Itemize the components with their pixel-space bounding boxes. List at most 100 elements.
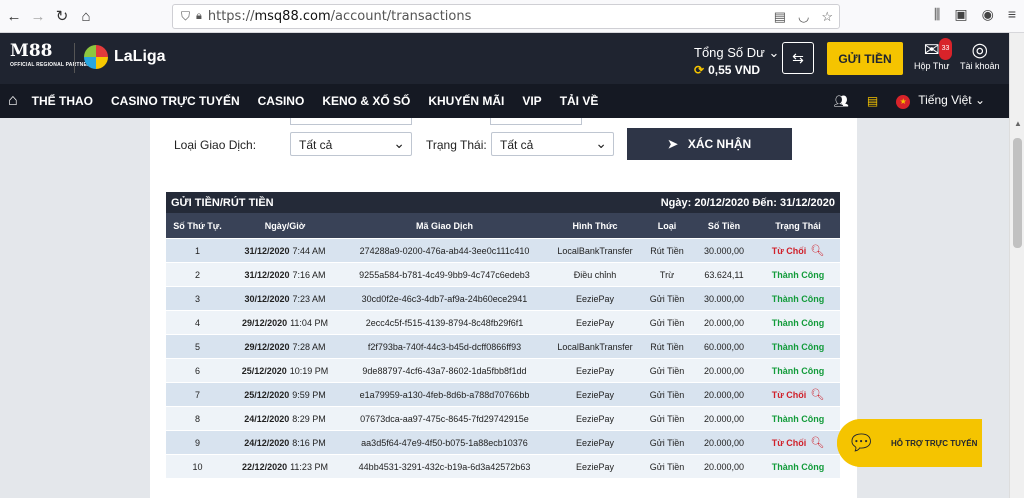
mailbox-button[interactable]: ✉ 33 Hộp Thư (914, 38, 953, 71)
lock-icon[interactable]: 🔒︎ (196, 10, 202, 23)
mail-badge: 33 (938, 38, 953, 60)
search-icon[interactable]: 🔍︎ (810, 388, 824, 401)
transaction-type-select[interactable]: Tất cả ⌄ (290, 132, 412, 156)
cell-method: LocalBankTransfer (557, 245, 633, 256)
nav-item-download[interactable]: TẢI VỀ (560, 94, 599, 108)
shield-icon[interactable]: ⛉ (181, 9, 190, 24)
nav-item-keno-lottery[interactable]: KENO & XỔ SỐ (322, 94, 410, 108)
table-row: 2 31/12/2020 7:16 AM 9255a584-b781-4c49-9bb… (166, 263, 840, 287)
cell-method: EeziePay (575, 317, 615, 328)
status-text: Thành Công (771, 341, 825, 352)
chat-nav-icon[interactable]: ▤ (867, 94, 878, 108)
nav-item-sports[interactable]: THỂ THAO (32, 94, 93, 108)
date-range: Ngày: 20/12/2020 Đến: 31/12/2020 (660, 196, 835, 209)
nav-item-casino[interactable]: CASINO (258, 94, 305, 108)
cell-status[interactable]: Từ Chối 🔍︎ (756, 239, 840, 262)
col-header-no: Số Thứ Tự. (173, 220, 222, 231)
users-icon[interactable]: 👥︎ (834, 94, 849, 108)
cell-amount: 20.000,00 (703, 437, 745, 448)
m88-logo[interactable]: M88 OFFICIAL REGIONAL PARTNER (10, 41, 91, 68)
cell-amount: 30.000,00 (703, 245, 745, 256)
cell-type: Gửi Tiền (649, 437, 685, 448)
laliga-logo[interactable]: LaLiga (84, 45, 166, 69)
scroll-up-icon[interactable]: ▲ (1014, 119, 1022, 128)
status-text: Thành Công (771, 461, 825, 472)
balance-widget[interactable]: Tổng Số Dư ⌄ ⟳ 0,55 VND (694, 45, 779, 77)
cell-type: Gửi Tiền (649, 389, 685, 400)
url-text[interactable]: https://msq88.com/account/transactions (208, 9, 472, 24)
cell-date: 25/12/2020 (241, 365, 287, 376)
cell-time: 7:23 AM (292, 293, 326, 304)
cell-status: Thành Công (756, 287, 840, 310)
reload-icon[interactable]: ↻ (52, 6, 72, 26)
library-icon[interactable]: ⫼ (934, 6, 940, 23)
mail-label: Hộp Thư (914, 61, 950, 71)
transaction-type-label: Loại Giao Dịch: (174, 138, 257, 152)
reader-icon[interactable]: ▤ (774, 9, 786, 25)
home-nav-icon[interactable]: ⌂ (8, 92, 18, 110)
confirm-button[interactable]: ➤ XÁC NHẬN (627, 128, 792, 160)
nav-item-promotions[interactable]: KHUYẾN MÃI (428, 94, 504, 108)
cell-date: 30/12/2020 (244, 293, 290, 304)
col-header-datetime: Ngày/Giờ (264, 220, 306, 231)
sidebar-icon[interactable]: ▣ (954, 6, 967, 23)
user-icon: ◎ (971, 40, 989, 61)
status-select[interactable]: Tất cả ⌄ (491, 132, 614, 156)
search-icon[interactable]: 🔍︎ (810, 244, 824, 257)
cell-status: Thành Công (756, 263, 840, 286)
page-scrollbar[interactable]: ▲ (1009, 33, 1024, 498)
status-text: Thành Công (771, 293, 825, 304)
nav-item-live-casino[interactable]: CASINO TRỰC TUYẾN (111, 94, 240, 108)
pocket-icon[interactable]: ◡ (798, 9, 809, 25)
account-button[interactable]: ◎ Tài khoản (960, 40, 1000, 72)
cell-transaction-id: 30cd0f2e-46c3-4db7-af9a-24b60ece2941 (361, 293, 528, 304)
cell-time: 8:16 PM (292, 437, 326, 448)
cell-transaction-id: f2f793ba-740f-44c3-b45d-dcff0866ff93 (367, 341, 522, 352)
cell-method: EeziePay (575, 461, 615, 472)
deposit-button[interactable]: GỬI TIỀN (827, 42, 903, 75)
cell-transaction-id: 9de88797-4cf6-43a7-8602-1da5fbb8f1dd (362, 365, 527, 376)
transfer-button[interactable]: ⇆ (782, 42, 814, 74)
language-selector[interactable]: ★ Tiếng Việt ⌄ (896, 93, 985, 109)
cell-datetime: 29/12/2020 7:28 AM (229, 335, 341, 358)
status-value: Tất cả (500, 138, 534, 152)
cell-transaction-id: 274288a9-0200-476a-ab44-3ee0c111c410 (359, 245, 530, 256)
vietnam-flag-icon: ★ (896, 94, 911, 109)
cell-amount: 20.000,00 (703, 413, 745, 424)
chevron-down-icon[interactable]: ⌄ (768, 45, 779, 60)
status-text: Thành Công (771, 269, 825, 280)
table-title: GỬI TIỀN/RÚT TIỀN (171, 196, 274, 209)
date-to-input-edge[interactable] (490, 118, 582, 125)
refresh-icon[interactable]: ⟳ (694, 63, 704, 77)
cell-date: 31/12/2020 (244, 269, 290, 280)
cell-time: 11:04 PM (290, 317, 328, 328)
menu-icon[interactable]: ≡ (1008, 6, 1016, 23)
live-support-label: HỖ TRỢ TRỰC TUYẾN (891, 438, 978, 448)
cell-type: Gửi Tiền (649, 413, 685, 424)
date-from-input-edge[interactable] (290, 118, 412, 125)
chat-bubble-icon: 💬︎ (837, 419, 885, 467)
forward-icon[interactable]: → (28, 6, 48, 26)
search-icon[interactable]: 🔍︎ (810, 436, 824, 449)
cell-datetime: 24/12/2020 8:29 PM (229, 407, 341, 430)
cell-date: 22/12/2020 (242, 461, 288, 472)
star-icon[interactable]: ☆ (821, 9, 833, 25)
live-support-widget[interactable]: 💬︎ HỖ TRỢ TRỰC TUYẾN (837, 419, 982, 467)
profile-icon[interactable]: ◉ (982, 6, 994, 23)
cell-type: Rút Tiền (650, 245, 684, 256)
cell-no: 5 (194, 341, 200, 352)
scroll-thumb[interactable] (1013, 138, 1022, 248)
url-bar[interactable]: ⛉ 🔒︎ https://msq88.com/account/transacti… (172, 4, 840, 29)
cell-status: Thành Công (756, 359, 840, 382)
status-text: Thành Công (771, 413, 825, 424)
home-icon[interactable]: ⌂ (76, 6, 96, 26)
cell-date: 31/12/2020 (244, 245, 290, 256)
transaction-type-value: Tất cả (299, 138, 333, 152)
cell-status[interactable]: Từ Chối 🔍︎ (756, 383, 840, 406)
cell-status[interactable]: Từ Chối 🔍︎ (756, 431, 840, 454)
cell-time: 11:23 PM (290, 461, 328, 472)
cell-no: 10 (192, 461, 203, 472)
cell-no: 7 (194, 389, 200, 400)
nav-item-vip[interactable]: VIP (522, 94, 541, 108)
back-icon[interactable]: ← (4, 6, 24, 26)
